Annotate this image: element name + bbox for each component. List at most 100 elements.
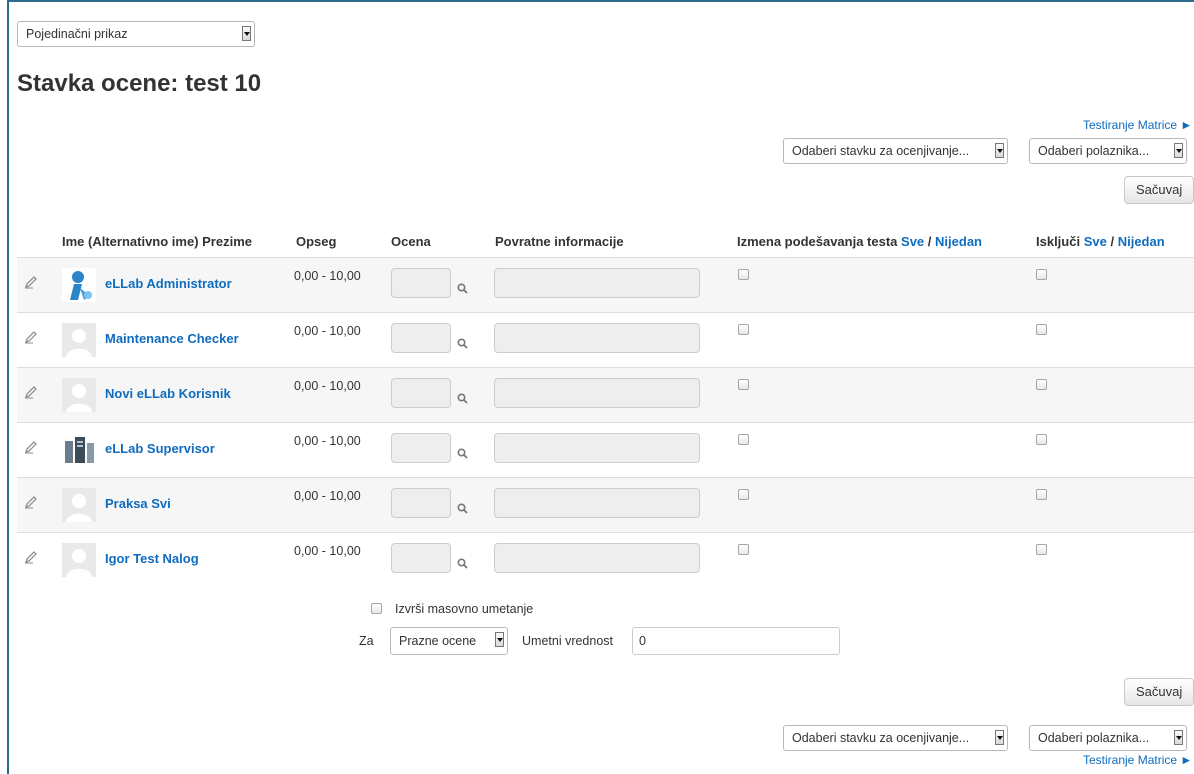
grade-input[interactable]	[391, 433, 451, 463]
save-button-bottom[interactable]: Sačuvaj	[1124, 678, 1194, 706]
header-feedback: Povratne informacije	[495, 234, 624, 249]
student-select-value: Odaberi polaznika...	[1038, 144, 1150, 158]
default-avatar[interactable]	[62, 323, 96, 357]
grade-range: 0,00 - 10,00	[294, 544, 361, 558]
grade-item-select-value: Odaberi stavku za ocenjivanje...	[792, 144, 970, 158]
header-sep: /	[1110, 234, 1115, 249]
override-select-none-link[interactable]: Nijedan	[935, 234, 982, 249]
student-select-value: Odaberi polaznika...	[1038, 731, 1150, 745]
chevron-down-icon	[495, 632, 504, 647]
search-icon[interactable]	[457, 447, 468, 459]
exclude-checkbox[interactable]	[1036, 269, 1047, 280]
override-checkbox[interactable]	[738, 544, 749, 555]
bulk-for-select[interactable]: Prazne ocene	[390, 627, 508, 655]
grade-range: 0,00 - 10,00	[294, 379, 361, 393]
bulk-insert-value-input[interactable]: 0	[632, 627, 840, 655]
edit-pencil-icon[interactable]	[24, 385, 38, 399]
student-select-top[interactable]: Odaberi polaznika...	[1029, 138, 1187, 164]
header-grade: Ocena	[391, 234, 431, 249]
view-mode-select[interactable]: Pojedinačni prikaz	[17, 21, 255, 47]
default-avatar[interactable]	[62, 543, 96, 577]
user-name-link[interactable]: Igor Test Nalog	[105, 551, 199, 566]
feedback-input[interactable]	[494, 488, 700, 518]
grade-input[interactable]	[391, 543, 451, 573]
table-row: eLLab Administrator 0,00 - 10,00	[17, 257, 1194, 312]
edit-pencil-icon[interactable]	[24, 275, 38, 289]
search-icon[interactable]	[457, 337, 468, 349]
override-checkbox[interactable]	[738, 489, 749, 500]
feedback-input[interactable]	[494, 433, 700, 463]
grade-range: 0,00 - 10,00	[294, 434, 361, 448]
header-override: Izmena podešavanja testa Sve / Nijedan	[737, 234, 982, 249]
student-select-bottom[interactable]: Odaberi polaznika...	[1029, 725, 1187, 751]
feedback-input[interactable]	[494, 378, 700, 408]
page-title: Stavka ocene: test 10	[17, 70, 262, 97]
user-name-link[interactable]: Maintenance Checker	[105, 331, 239, 346]
edit-pencil-icon[interactable]	[24, 550, 38, 564]
header-sep: /	[927, 234, 932, 249]
header-range: Opseg	[296, 234, 337, 249]
grade-range: 0,00 - 10,00	[294, 269, 361, 283]
bulk-insert-value-label: Umetni vrednost	[522, 634, 614, 648]
override-checkbox[interactable]	[738, 379, 749, 390]
override-checkbox[interactable]	[738, 324, 749, 335]
grade-item-select-bottom[interactable]: Odaberi stavku za ocenjivanje...	[783, 725, 1008, 751]
override-checkbox[interactable]	[738, 269, 749, 280]
user-name-link[interactable]: eLLab Supervisor	[105, 441, 215, 456]
user-name-link[interactable]: eLLab Administrator	[105, 276, 232, 291]
bulk-for-label: Za	[359, 634, 374, 648]
table-row: Igor Test Nalog 0,00 - 10,00	[17, 532, 1194, 587]
edit-pencil-icon[interactable]	[24, 330, 38, 344]
chevron-down-icon	[242, 26, 251, 41]
exclude-checkbox[interactable]	[1036, 434, 1047, 445]
bulk-insert-label: Izvrši masovno umetanje	[395, 602, 534, 616]
grade-input[interactable]	[391, 488, 451, 518]
feedback-input[interactable]	[494, 323, 700, 353]
exclude-select-all-link[interactable]: Sve	[1084, 234, 1107, 249]
search-icon[interactable]	[457, 502, 468, 514]
grade-item-select-value: Odaberi stavku za ocenjivanje...	[792, 731, 970, 745]
header-exclude: Isključi Sve / Nijedan	[1036, 234, 1165, 249]
table-row: eLLab Supervisor 0,00 - 10,00	[17, 422, 1194, 477]
search-icon[interactable]	[457, 557, 468, 569]
breadcrumb-link-top[interactable]: Testiranje Matrice ►	[1083, 118, 1192, 132]
exclude-select-none-link[interactable]: Nijedan	[1118, 234, 1165, 249]
grade-input[interactable]	[391, 378, 451, 408]
chevron-down-icon	[1174, 143, 1183, 158]
grade-input[interactable]	[391, 268, 451, 298]
breadcrumb-link-bottom[interactable]: Testiranje Matrice ►	[1083, 753, 1192, 767]
search-icon[interactable]	[457, 282, 468, 294]
override-select-all-link[interactable]: Sve	[901, 234, 924, 249]
default-avatar[interactable]	[62, 378, 96, 412]
chevron-down-icon	[1174, 730, 1183, 745]
bulk-insert-checkbox[interactable]	[371, 603, 382, 614]
feedback-input[interactable]	[494, 268, 700, 298]
override-checkbox[interactable]	[738, 434, 749, 445]
edit-pencil-icon[interactable]	[24, 440, 38, 454]
grade-item-select-top[interactable]: Odaberi stavku za ocenjivanje...	[783, 138, 1008, 164]
bulk-for-select-value: Prazne ocene	[399, 634, 477, 648]
search-icon[interactable]	[457, 392, 468, 404]
grade-range: 0,00 - 10,00	[294, 489, 361, 503]
edit-pencil-icon[interactable]	[24, 495, 38, 509]
view-mode-value: Pojedinačni prikaz	[26, 27, 128, 41]
exclude-checkbox[interactable]	[1036, 544, 1047, 555]
exclude-checkbox[interactable]	[1036, 379, 1047, 390]
header-exclude-label: Isključi	[1036, 234, 1081, 249]
feedback-input[interactable]	[494, 543, 700, 573]
grade-input[interactable]	[391, 323, 451, 353]
exclude-checkbox[interactable]	[1036, 489, 1047, 500]
user-name-link[interactable]: Praksa Svi	[105, 496, 171, 511]
user-name-link[interactable]: Novi eLLab Korisnik	[105, 386, 231, 401]
grade-range: 0,00 - 10,00	[294, 324, 361, 338]
admin-avatar[interactable]	[62, 268, 96, 302]
table-row: Maintenance Checker 0,00 - 10,00	[17, 312, 1194, 367]
chevron-down-icon	[995, 143, 1004, 158]
supervisor-avatar[interactable]	[62, 433, 96, 467]
header-name: Ime (Alternativno ime) Prezime	[62, 234, 252, 249]
chevron-down-icon	[995, 730, 1004, 745]
default-avatar[interactable]	[62, 488, 96, 522]
header-override-label: Izmena podešavanja testa	[737, 234, 898, 249]
exclude-checkbox[interactable]	[1036, 324, 1047, 335]
save-button-top[interactable]: Sačuvaj	[1124, 176, 1194, 204]
